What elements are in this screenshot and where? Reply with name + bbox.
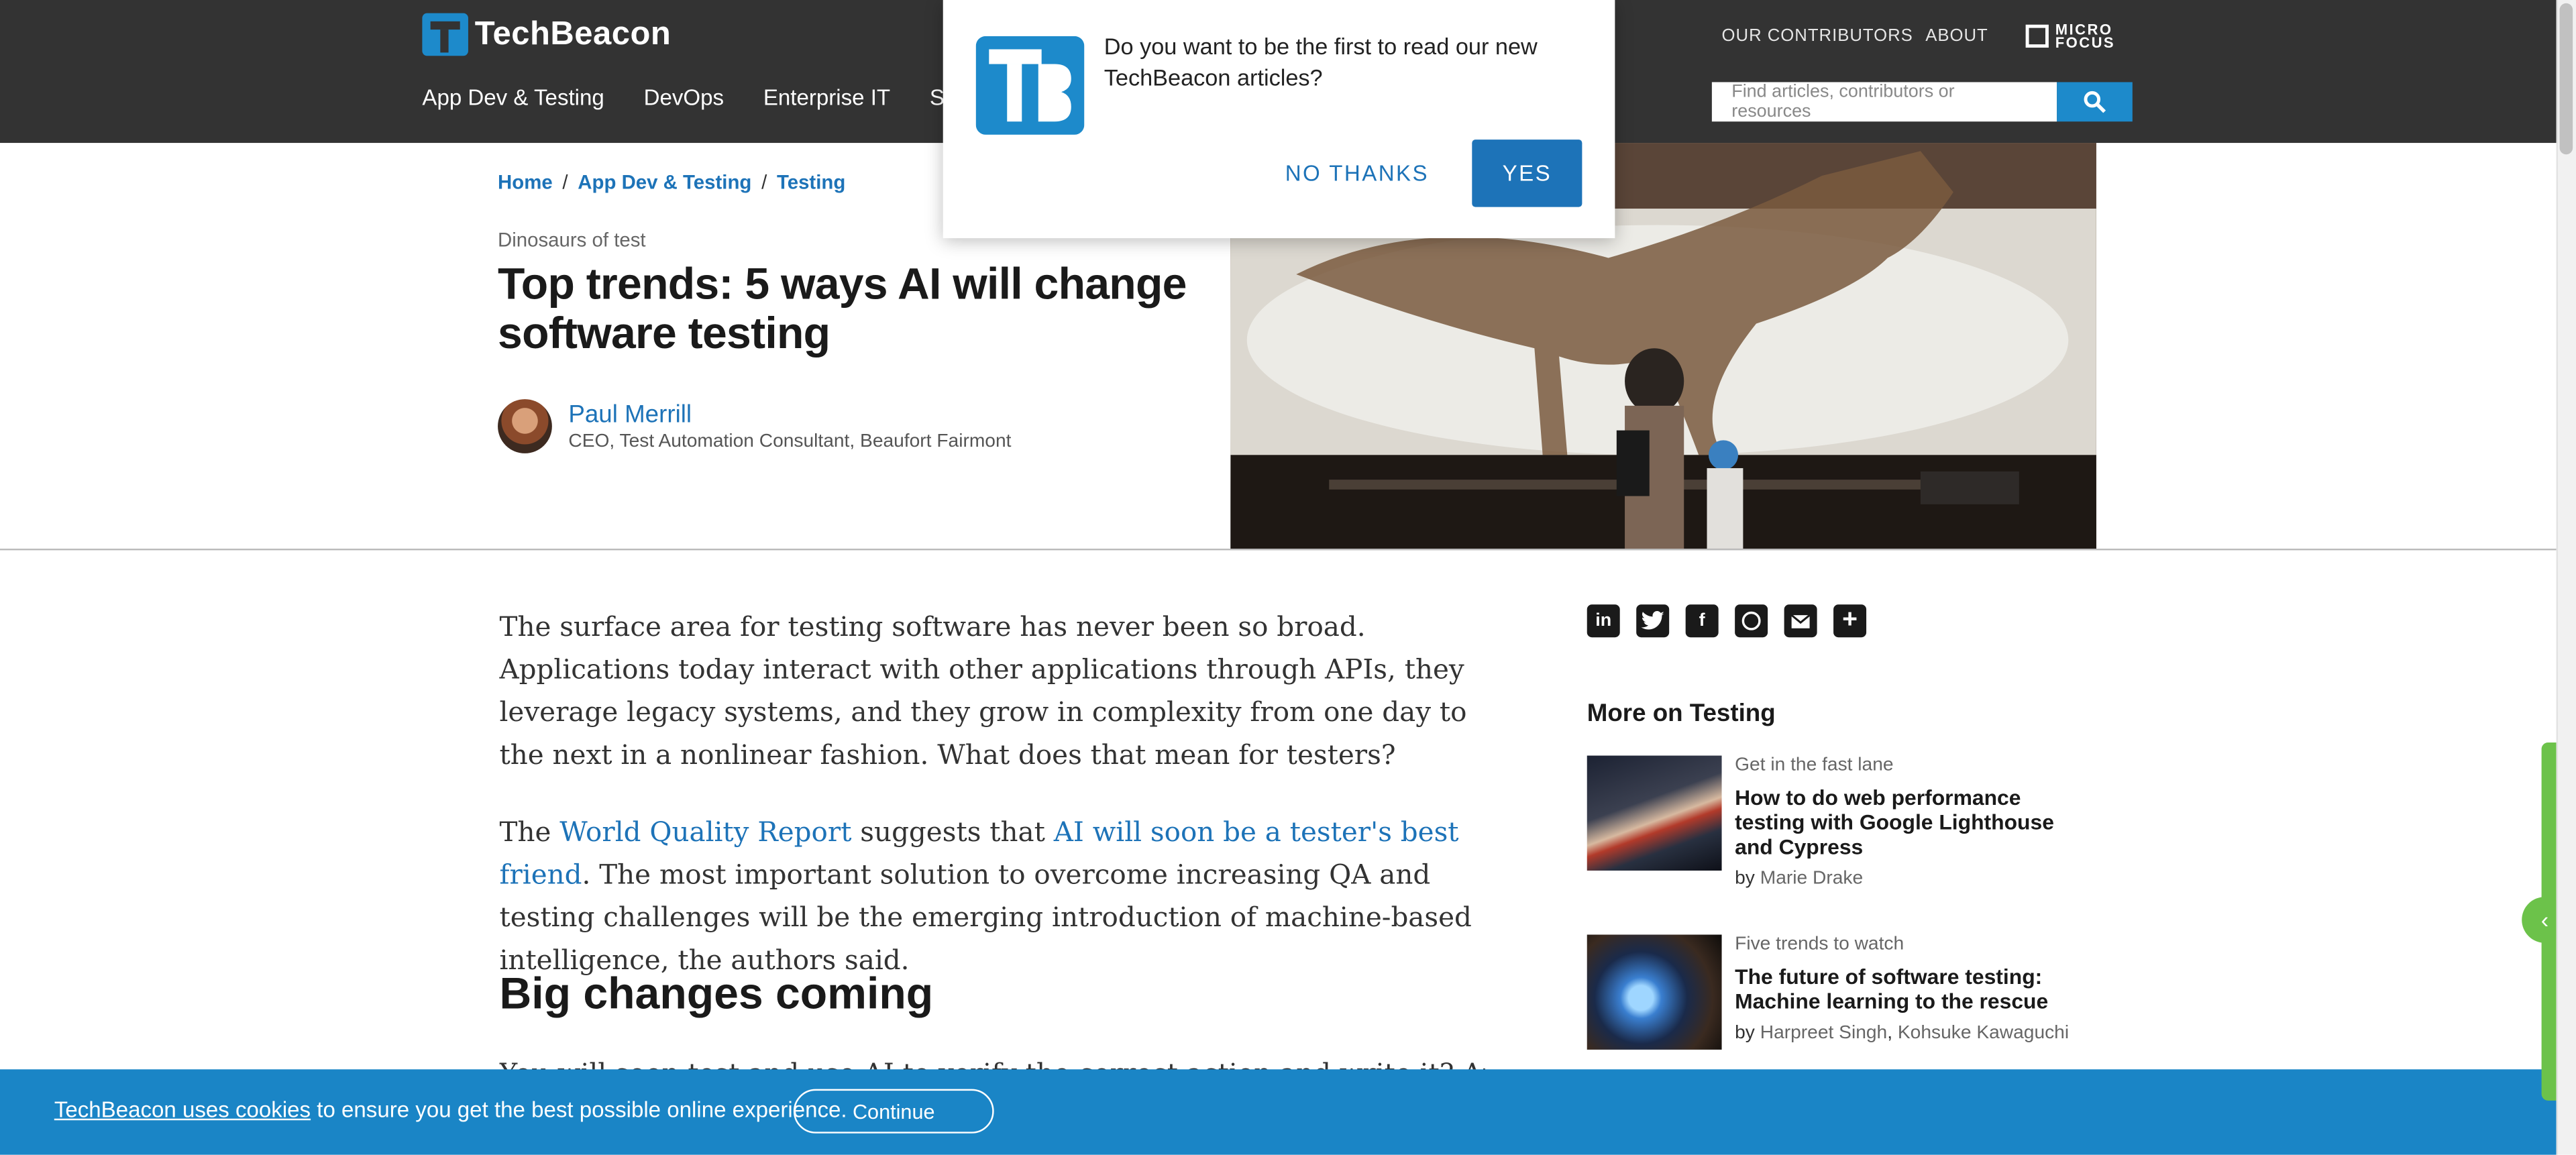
yes-button[interactable]: YES [1472, 140, 1582, 207]
twitter-icon[interactable] [1636, 604, 1670, 638]
link-world-quality-report[interactable]: World Quality Report [559, 816, 851, 848]
article-paragraph-1: The surface area for testing software ha… [499, 611, 1467, 771]
hero-divider [0, 548, 2557, 551]
paragraph-text: The [499, 816, 560, 848]
related-article-byline: by Marie Drake [1735, 869, 2080, 889]
site-logo[interactable]: TechBeacon [422, 13, 671, 56]
no-thanks-button[interactable]: NO THANKS [1269, 150, 1446, 196]
notification-prompt: Do you want to be the first to read our … [943, 0, 1615, 239]
plus-icon[interactable]: + [1833, 604, 1867, 638]
nav-about-label: ABOUT [1925, 26, 1988, 46]
microfocus-text: MICRO FOCUS [2055, 22, 2116, 51]
nav-devops[interactable]: DevOps [644, 85, 724, 110]
nav-our-contributors-label: OUR CONTRIBUTORS [1721, 26, 1913, 46]
breadcrumb-separator: / [761, 170, 767, 194]
cookie-text: to ensure you get the best possible onli… [311, 1097, 847, 1122]
page-scrollbar[interactable] [2556, 0, 2576, 1155]
related-article-headline[interactable]: How to do web performance testing with G… [1735, 785, 2080, 859]
nav-app-dev-testing[interactable]: App Dev & Testing [422, 85, 604, 110]
section-heading: Big changes coming [499, 969, 934, 1019]
sidebar-title: More on Testing [1587, 700, 1776, 728]
facebook-icon[interactable]: f [1685, 604, 1719, 638]
microfocus-logo[interactable]: MICRO FOCUS [2025, 22, 2116, 51]
paragraph-text: suggests that [851, 816, 1054, 848]
breadcrumb: Home / App Dev & Testing / Testing [498, 171, 845, 194]
byline-prefix: by [1735, 869, 1755, 889]
techbeacon-logo-icon [422, 13, 468, 56]
breadcrumb-testing[interactable]: Testing [777, 171, 845, 194]
article-kicker: Dinosaurs of test [498, 228, 646, 252]
notification-message: Do you want to be the first to read our … [1104, 32, 1538, 91]
cookie-banner: TechBeacon uses cookies to ensure you ge… [0, 1069, 2557, 1155]
cookie-message: TechBeacon uses cookies to ensure you ge… [54, 1097, 847, 1122]
breadcrumb-separator: / [562, 170, 568, 194]
byline-author[interactable]: Harpreet Singh [1760, 1024, 1887, 1043]
related-article-thumbnail[interactable] [1587, 934, 1722, 1050]
related-article-byline: by Harpreet Singh, Kohsuke Kawaguchi [1735, 1024, 2080, 1043]
related-article-headline[interactable]: The future of software testing: Machine … [1735, 965, 2080, 1013]
related-article-thumbnail[interactable] [1587, 755, 1722, 871]
cookie-policy-link[interactable]: TechBeacon uses cookies [54, 1097, 311, 1122]
byline-author[interactable]: Kohsuke Kawaguchi [1898, 1024, 2069, 1043]
author-name[interactable]: Paul Merrill [568, 401, 692, 429]
scrollbar-thumb[interactable] [2559, 3, 2573, 155]
byline-author[interactable]: Marie Drake [1760, 869, 1863, 889]
breadcrumb-home[interactable]: Home [498, 171, 553, 194]
logo-text: TechBeacon [474, 15, 672, 52]
techbeacon-logo-icon [975, 36, 1085, 135]
author-avatar[interactable] [498, 399, 552, 453]
search-input[interactable]: Find articles, contributors or resources [1711, 82, 2057, 122]
search-button[interactable] [2057, 82, 2133, 122]
breadcrumb-app-dev-testing[interactable]: App Dev & Testing [578, 171, 751, 194]
related-article-kicker: Five trends to watch [1735, 934, 1904, 954]
byline-prefix: by [1735, 1023, 1755, 1044]
nav-about[interactable]: ABOUT [1925, 26, 1988, 46]
nav-enterprise-it[interactable]: Enterprise IT [763, 85, 890, 110]
main-nav: App Dev & Testing DevOps Enterprise IT S… [422, 85, 1007, 110]
article-title: Top trends: 5 ways AI will change softwa… [498, 259, 1187, 358]
byline-separator: , [1887, 1023, 1893, 1044]
article-paragraph-2: The World Quality Report suggests that A… [499, 812, 1485, 983]
page: TechBeacon OUR CONTRIBUTORS ABOUT MICRO … [0, 0, 2576, 1155]
article-body: The surface area for testing software ha… [499, 606, 1485, 1017]
email-icon[interactable] [1784, 604, 1817, 638]
microfocus-line2: FOCUS [2055, 34, 2116, 51]
share-bar: in f + [1587, 604, 1867, 638]
related-article-kicker: Get in the fast lane [1735, 755, 1894, 775]
author-role: CEO, Test Automation Consultant, Beaufor… [568, 432, 1012, 452]
cookie-continue-button[interactable]: Continue [793, 1089, 994, 1134]
whatsapp-icon[interactable] [1735, 604, 1768, 638]
linkedin-icon[interactable]: in [1587, 604, 1620, 638]
search-icon [2084, 91, 2106, 113]
nav-our-contributors[interactable]: OUR CONTRIBUTORS [1722, 26, 1913, 46]
microfocus-mark-icon [2025, 24, 2049, 48]
paragraph-text: . The most important solution to overcom… [499, 859, 1472, 976]
